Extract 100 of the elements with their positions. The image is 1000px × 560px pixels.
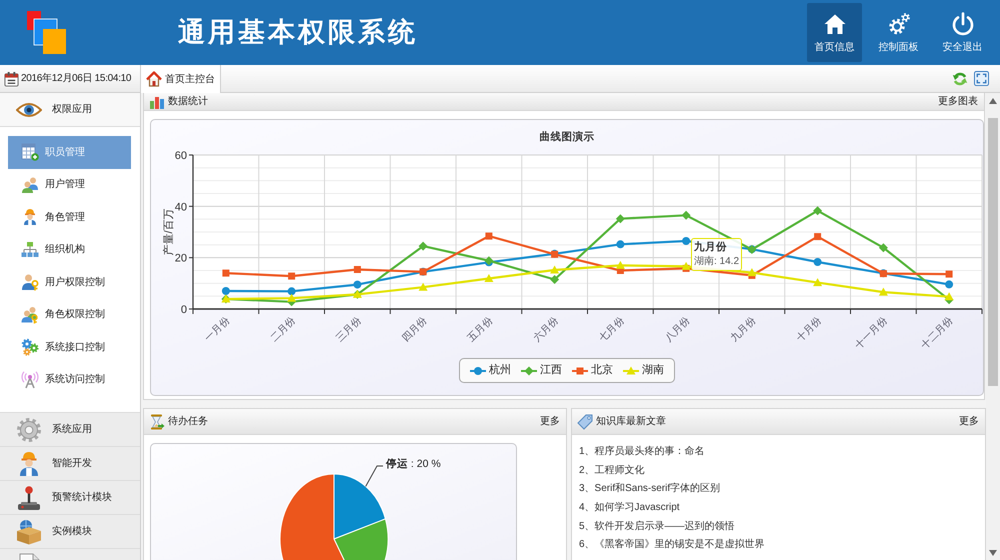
eye-icon: [16, 100, 42, 118]
person-key-icon: [21, 273, 39, 292]
point: [550, 266, 560, 274]
sidebar-item[interactable]: 系统接口控制: [8, 331, 131, 364]
accordion-header[interactable]: 系统应用: [0, 413, 140, 447]
axis-tick-label: 四月份: [400, 315, 430, 344]
axis-tick-label: 五月份: [466, 315, 495, 344]
sidebar-item[interactable]: 角色管理: [8, 201, 131, 234]
home-icon: [146, 71, 162, 87]
accordion-header[interactable]: 权限应用: [0, 93, 140, 127]
axis-tick-label: 六月份: [532, 315, 561, 344]
point: [616, 214, 625, 224]
tooltip-title: 九月份: [694, 242, 728, 252]
gears-icon: [886, 12, 910, 36]
point: [813, 206, 822, 216]
sidebar-item[interactable]: 角色权限控制: [8, 298, 131, 331]
tab[interactable]: 首页主控台: [141, 65, 221, 93]
point: [878, 243, 888, 252]
axis-tick-label: 60: [174, 150, 187, 162]
point: [287, 294, 296, 302]
axis-tick-label: 十二月份: [919, 315, 956, 352]
legend-marker-icon: [470, 366, 486, 376]
pie-label: 停运 : 20 %: [386, 459, 441, 470]
joystick-icon: [16, 484, 42, 510]
more-link[interactable]: 更多图表: [938, 96, 978, 106]
worker-icon: [21, 208, 39, 226]
panel-title: 知识库最新文章: [596, 416, 666, 426]
point: [485, 232, 492, 240]
sidebar-item[interactable]: 系统访问控制: [8, 364, 131, 396]
accordion-header[interactable]: 智能开发: [0, 447, 140, 481]
axis-tick-label: 七月份: [598, 315, 626, 344]
accordion-header[interactable]: 预警统计模块: [0, 481, 140, 515]
antenna-icon: [21, 370, 39, 389]
point: [616, 260, 625, 269]
axis-tick-label: 20: [174, 252, 187, 265]
axis-title: 产量/百万: [163, 208, 175, 256]
point: [814, 258, 822, 266]
panel-title: 数据统计: [168, 96, 208, 106]
legend-item[interactable]: 江西: [521, 365, 562, 376]
legend-item[interactable]: 杭州: [470, 365, 511, 376]
axis-tick-label: 十一月份: [853, 315, 890, 352]
scroll-up-icon[interactable]: [989, 98, 997, 104]
accordion-header[interactable]: 实例模块: [0, 515, 140, 549]
more-link[interactable]: 更多: [540, 416, 560, 426]
point: [354, 266, 361, 273]
home-icon: [822, 12, 846, 36]
point: [747, 268, 756, 276]
more-link[interactable]: 更多: [959, 416, 979, 426]
axis-tick-label: 0: [180, 304, 187, 316]
scrollbar-thumb[interactable]: [988, 118, 998, 386]
date-time-text: 2016年12月06日 15:04:10: [21, 72, 132, 86]
point: [878, 288, 888, 296]
point: [945, 280, 954, 288]
point: [353, 280, 362, 289]
article-link[interactable]: 5、软件开发启示录——迟到的领悟: [579, 518, 735, 536]
axis-tick-label: 二月份: [268, 315, 298, 344]
legend-item[interactable]: 北京: [572, 365, 613, 376]
leader-line: [365, 466, 384, 487]
article-link[interactable]: 3、Serif和Sans-serif字体的区别: [579, 480, 720, 500]
legend-marker-icon: [623, 366, 639, 376]
sidebar-item[interactable]: 组织机构: [8, 234, 131, 266]
hourglass-icon: [149, 414, 165, 430]
fullscreen-icon[interactable]: [974, 71, 989, 86]
refresh-icon[interactable]: [952, 70, 968, 86]
point: [682, 262, 691, 270]
article-link[interactable]: 2、工程师文化: [579, 462, 645, 480]
point: [288, 287, 296, 296]
point: [682, 237, 690, 245]
axis-tick-label: 九月份: [729, 315, 758, 344]
point: [418, 242, 428, 251]
panel-title: 待办任务: [168, 416, 208, 426]
point: [946, 270, 953, 278]
sidebar-item[interactable]: 用户权限控制: [8, 266, 131, 298]
box-icon: [16, 518, 42, 544]
tag-icon: [577, 414, 593, 430]
nav-button[interactable]: 安全退出: [935, 3, 990, 62]
nav-button[interactable]: 控制面板: [871, 3, 926, 62]
axis-tick-label: 八月份: [663, 315, 692, 344]
nav-button[interactable]: 首页信息: [807, 3, 862, 62]
axis-tick-label: 十月份: [794, 315, 824, 344]
point: [484, 274, 494, 282]
people-key-icon: [21, 306, 39, 324]
legend-item[interactable]: 湖南: [623, 365, 664, 376]
chart-title: 曲线图演示: [540, 130, 594, 145]
axis-tick-label: 40: [174, 201, 187, 214]
point: [682, 210, 691, 220]
article-link[interactable]: 4、如何学习Javascript: [579, 499, 680, 518]
gears-icon: [21, 338, 39, 356]
legend-marker-icon: [521, 366, 537, 376]
scroll-down-icon[interactable]: [989, 550, 997, 556]
grid-plus-icon: [21, 143, 39, 162]
point: [616, 240, 624, 248]
point: [222, 287, 230, 295]
power-icon: [950, 12, 974, 36]
logo-icon: [27, 11, 66, 54]
article-link[interactable]: 1、程序员最头疼的事：命名: [579, 443, 705, 462]
point: [288, 272, 296, 280]
sidebar-item[interactable]: 用户管理: [8, 168, 131, 201]
article-link[interactable]: 6、《黑客帝国》里的锡安是不是虚拟世界: [579, 536, 765, 556]
point: [814, 233, 822, 240]
